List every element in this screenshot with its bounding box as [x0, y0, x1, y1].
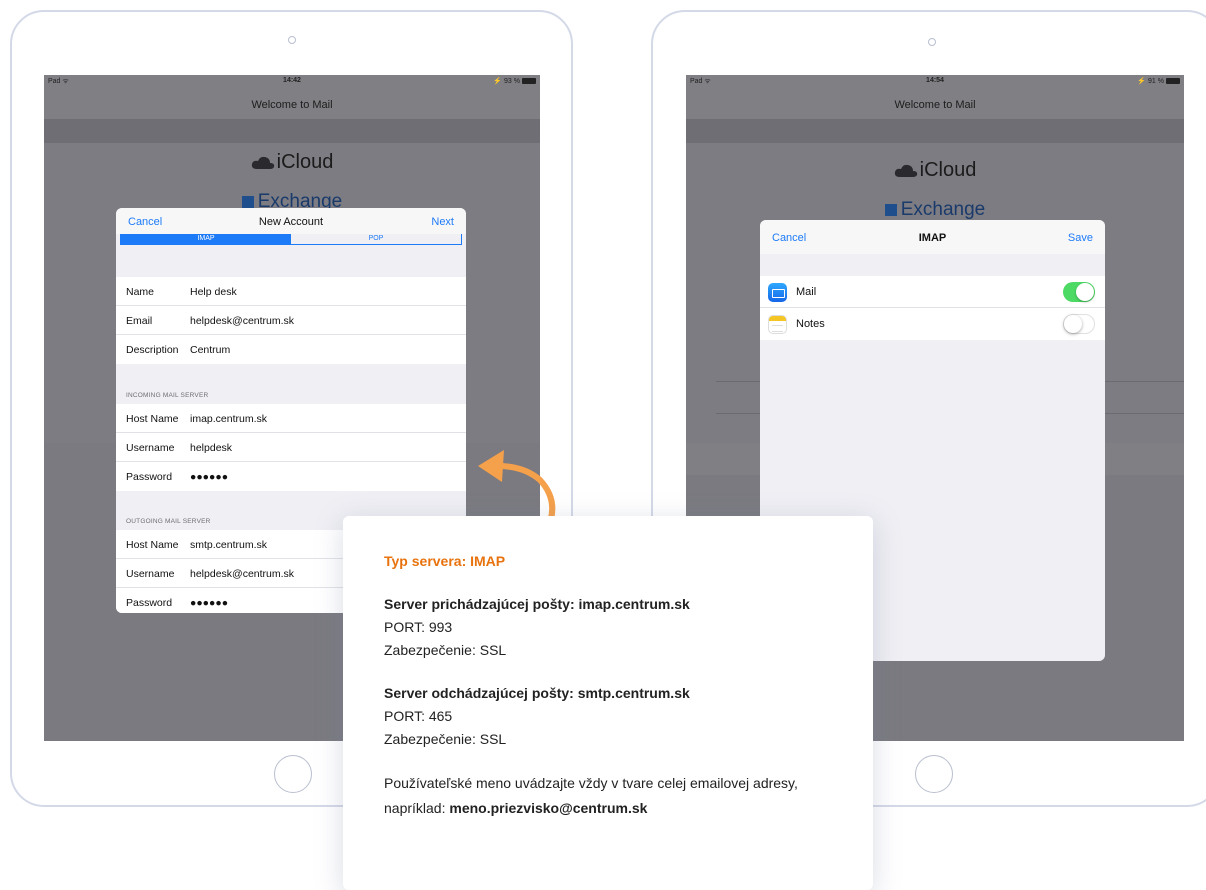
incoming-password-field[interactable]: ●●●●●●: [190, 471, 228, 483]
account-info-group: Name Help desk Email helpdesk@centrum.sk D…: [116, 277, 466, 364]
page: Pad ᯤ 14:42 ⚡ 93 % Welcome to Mail iClou…: [0, 0, 1206, 890]
modal-header: Cancel IMAP Save: [760, 220, 1105, 254]
mail-toggle[interactable]: [1063, 282, 1095, 302]
incoming-password-label: Password: [126, 471, 173, 483]
name-label: Name: [126, 286, 155, 298]
segment-imap[interactable]: IMAP: [121, 234, 291, 244]
save-button[interactable]: Save: [1068, 232, 1093, 244]
description-field[interactable]: Centrum: [190, 344, 230, 356]
home-button-icon: [915, 755, 953, 793]
server-type-heading: Typ servera: IMAP: [384, 553, 506, 569]
outgoing-host-field[interactable]: smtp.centrum.sk: [190, 539, 267, 551]
email-field[interactable]: helpdesk@centrum.sk: [190, 315, 294, 327]
incoming-server-group: Host Name imap.centrum.sk Username helpdes…: [116, 404, 466, 491]
outgoing-port: PORT: 465: [384, 708, 453, 724]
incoming-host-row[interactable]: Host Name imap.centrum.sk: [116, 404, 466, 433]
next-button[interactable]: Next: [431, 216, 454, 228]
modal-title: New Account: [258, 216, 324, 228]
outgoing-server-info: Server odchádzajúcej pošty: smtp.centrum…: [384, 682, 843, 751]
incoming-security: Zabezpečenie: SSL: [384, 642, 507, 658]
incoming-port: PORT: 993: [384, 619, 453, 635]
status-bar: Pad ᯤ 14:54 ⚡ 91 %: [686, 75, 1184, 89]
list-header-band: [686, 119, 1184, 143]
incoming-host-field[interactable]: imap.centrum.sk: [190, 413, 267, 425]
exchange-icon: [884, 203, 897, 216]
username-example: meno.priezvisko@centrum.sk: [449, 800, 648, 816]
incoming-username-field[interactable]: helpdesk: [190, 442, 232, 454]
modal-header: Cancel New Account Next: [116, 208, 466, 234]
welcome-title: Welcome to Mail: [894, 99, 976, 111]
camera-icon: [928, 38, 936, 46]
status-time: 14:54: [926, 77, 944, 84]
outgoing-server-title: Server odchádzajúcej pošty: smtp.centrum…: [384, 685, 690, 701]
sync-options-list: Mail Notes: [760, 276, 1105, 340]
notes-toggle[interactable]: [1063, 314, 1095, 334]
notes-app-icon: [768, 315, 787, 334]
outgoing-section-label: OUTGOING MAIL SERVER: [126, 518, 211, 525]
incoming-host-label: Host Name: [126, 413, 179, 425]
email-row[interactable]: Email helpdesk@centrum.sk: [116, 306, 466, 335]
server-info-card: Typ servera: IMAP Server prichádzajúcej …: [343, 516, 873, 890]
outgoing-username-label: Username: [126, 568, 175, 580]
list-header-band: [44, 119, 540, 143]
name-field[interactable]: Help desk: [190, 286, 237, 298]
battery-icon: [522, 78, 536, 85]
incoming-password-row[interactable]: Password ●●●●●●: [116, 462, 466, 491]
segment-pop[interactable]: POP: [291, 234, 461, 244]
status-bar: Pad ᯤ 14:42 ⚡ 93 %: [44, 75, 540, 89]
status-battery: ⚡ 93 %: [493, 77, 536, 85]
provider-icloud-label: iCloud: [919, 159, 977, 181]
mail-row: Mail: [760, 276, 1105, 308]
home-button-icon: [274, 755, 312, 793]
email-label: Email: [126, 315, 153, 327]
incoming-server-info: Server prichádzajúcej pošty: imap.centru…: [384, 593, 843, 662]
provider-icloud[interactable]: iCloud: [686, 159, 1184, 182]
exchange-icon: [241, 195, 254, 208]
outgoing-password-label: Password: [126, 597, 173, 609]
provider-exchange-label: Exchange: [900, 199, 986, 220]
incoming-username-label: Username: [126, 442, 175, 454]
status-battery: ⚡ 91 %: [1137, 77, 1180, 85]
provider-icloud-label: iCloud: [276, 151, 334, 173]
name-row[interactable]: Name Help desk: [116, 277, 466, 306]
battery-percent: ⚡ 93 %: [493, 78, 520, 85]
outgoing-host-label: Host Name: [126, 539, 179, 551]
cloud-icon: [894, 165, 917, 178]
status-time: 14:42: [283, 77, 301, 84]
battery-icon: [1166, 78, 1180, 85]
incoming-username-row[interactable]: Username helpdesk: [116, 433, 466, 462]
camera-icon: [288, 36, 296, 44]
username-note: Používateľské meno uvádzajte vždy v tvar…: [384, 771, 843, 821]
cloud-icon: [251, 157, 274, 170]
incoming-section-label: INCOMING MAIL SERVER: [126, 392, 209, 399]
notes-row: Notes: [760, 308, 1105, 340]
outgoing-username-field[interactable]: helpdesk@centrum.sk: [190, 568, 294, 580]
outgoing-password-field[interactable]: ●●●●●●: [190, 597, 228, 609]
welcome-title: Welcome to Mail: [251, 99, 333, 111]
provider-exchange[interactable]: Exchange: [686, 199, 1184, 221]
incoming-server-title: Server prichádzajúcej pošty: imap.centru…: [384, 596, 690, 612]
provider-icloud[interactable]: iCloud: [44, 151, 540, 174]
description-row[interactable]: Description Centrum: [116, 335, 466, 364]
account-type-segmented-control: IMAP POP: [120, 234, 462, 245]
battery-percent: ⚡ 91 %: [1137, 78, 1164, 85]
mail-app-icon: [768, 283, 787, 302]
notes-label: Notes: [796, 318, 825, 330]
description-label: Description: [126, 344, 179, 356]
modal-title: IMAP: [918, 232, 947, 244]
outgoing-security: Zabezpečenie: SSL: [384, 731, 507, 747]
mail-label: Mail: [796, 286, 817, 298]
